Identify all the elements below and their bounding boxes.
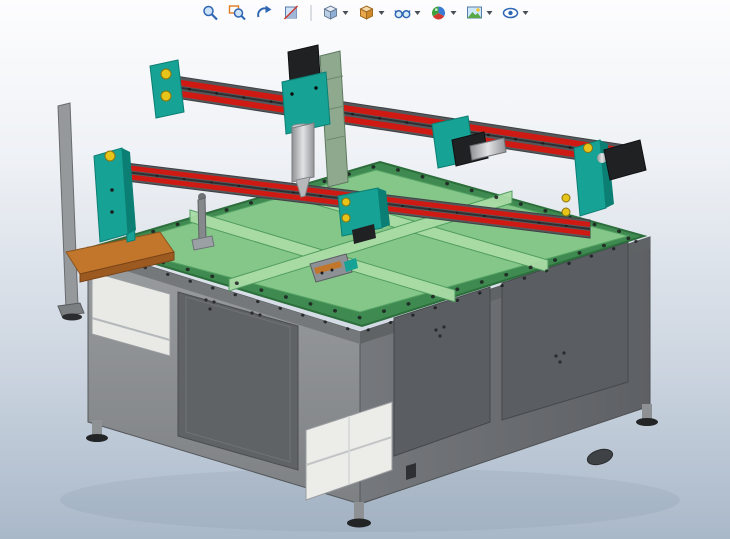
hide-show-items-button[interactable] bbox=[392, 2, 423, 24]
dropdown-caret-icon bbox=[379, 11, 385, 15]
gantry-bridge-back[interactable] bbox=[150, 60, 632, 168]
view-settings-button[interactable] bbox=[500, 2, 531, 24]
dropdown-caret-icon bbox=[523, 11, 529, 15]
cad-model-cnc-gantry-machine bbox=[0, 0, 730, 539]
edit-appearance-button[interactable] bbox=[428, 2, 459, 24]
appearance-sphere-icon bbox=[430, 4, 448, 22]
dropdown-caret-icon bbox=[415, 11, 421, 15]
zoom-to-fit-icon bbox=[202, 4, 220, 22]
z-axis-spindle-assembly[interactable] bbox=[282, 45, 348, 197]
left-support-post[interactable] bbox=[58, 103, 84, 321]
rail-end-cap bbox=[584, 144, 593, 153]
apply-scene-icon bbox=[466, 4, 484, 22]
zoom-to-area-icon bbox=[229, 4, 247, 22]
rail-end-cap bbox=[342, 214, 350, 222]
zoom-to-fit-button[interactable] bbox=[200, 2, 222, 24]
gantry-column-left[interactable] bbox=[94, 148, 136, 242]
rail-end-cap bbox=[161, 69, 171, 79]
display-style-cube-icon bbox=[358, 4, 376, 22]
section-view-icon bbox=[283, 4, 301, 22]
spindle-body[interactable] bbox=[292, 123, 314, 182]
view-orientation-cube-icon bbox=[322, 4, 340, 22]
dropdown-caret-icon bbox=[487, 11, 493, 15]
3d-viewport[interactable] bbox=[0, 0, 730, 539]
view-settings-eye-icon bbox=[502, 4, 520, 22]
toolbar-separator bbox=[311, 5, 312, 21]
gantry-column-right[interactable] bbox=[562, 140, 646, 216]
rail-end-cap bbox=[161, 91, 171, 101]
linear-rail-red bbox=[162, 88, 632, 166]
rail-end-cap bbox=[342, 198, 350, 206]
dropdown-caret-icon bbox=[343, 11, 349, 15]
dropdown-caret-icon bbox=[451, 11, 457, 15]
rail-end-cap bbox=[105, 151, 115, 161]
section-view-button[interactable] bbox=[281, 2, 303, 24]
linear-rail-red bbox=[162, 77, 632, 155]
previous-view-icon bbox=[256, 4, 274, 22]
cable-hole bbox=[586, 447, 615, 468]
display-style-button[interactable] bbox=[356, 2, 387, 24]
view-orientation-button[interactable] bbox=[320, 2, 351, 24]
rail-end-cap bbox=[562, 194, 570, 202]
sensor-probe[interactable] bbox=[198, 198, 206, 242]
zoom-to-area-button[interactable] bbox=[227, 2, 249, 24]
apply-scene-button[interactable] bbox=[464, 2, 495, 24]
rail-end-cap bbox=[562, 208, 570, 216]
heads-up-view-toolbar bbox=[200, 2, 531, 24]
hide-show-glasses-icon bbox=[394, 4, 412, 22]
previous-view-button[interactable] bbox=[254, 2, 276, 24]
